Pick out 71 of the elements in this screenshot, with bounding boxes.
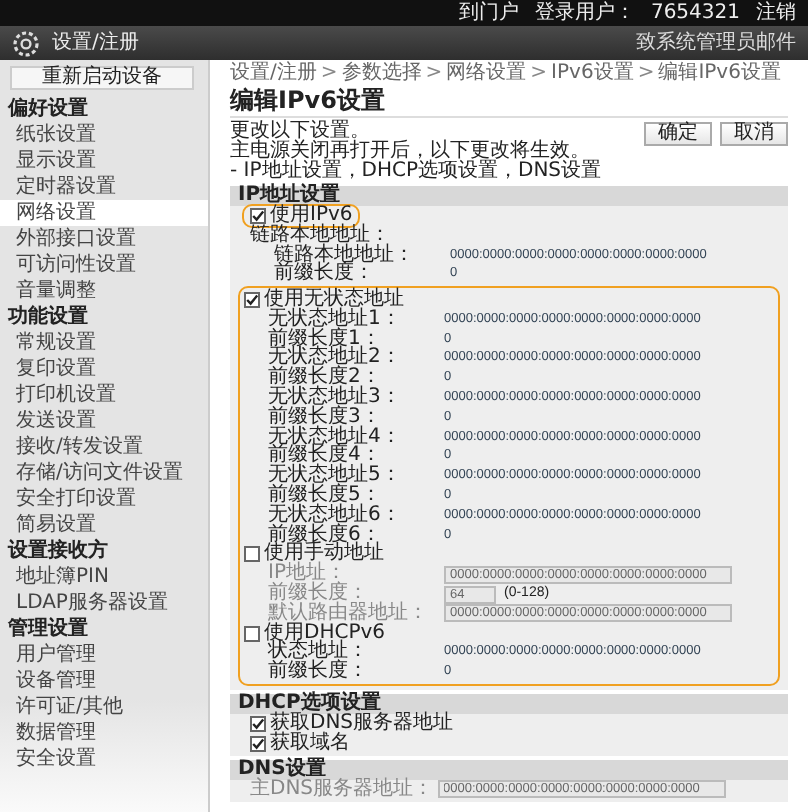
action-button[interactable]: 取消: [720, 122, 788, 146]
top-link[interactable]: 注销: [756, 3, 796, 23]
sidebar-item[interactable]: 纸张设置: [0, 122, 208, 148]
top-link[interactable]: 7654321: [650, 3, 740, 23]
sidebar-item[interactable]: 安全打印设置: [0, 486, 208, 512]
field-label: 默认路由器地址：: [268, 603, 430, 624]
breadcrumb-separator: >: [530, 64, 548, 84]
sidebar-item[interactable]: 安全设置: [0, 746, 208, 772]
field-label: 前缀长度：: [268, 662, 370, 683]
checkbox[interactable]: [244, 546, 260, 563]
sidebar-item[interactable]: 接收/转发设置: [0, 434, 208, 460]
sidebar-item[interactable]: 设备管理: [0, 668, 208, 694]
sidebar-item[interactable]: 音量调整: [0, 278, 208, 304]
sidebar-item[interactable]: 打印机设置: [0, 382, 208, 408]
section-header: IP地址设置: [230, 186, 788, 206]
action-button[interactable]: 确定: [644, 122, 712, 146]
field-label: 无状态地址1：: [268, 309, 403, 330]
group-label: 链路本地地址：: [250, 225, 390, 246]
note-text: - IP地址设置，DHCP选项设置，DNS设置: [230, 162, 602, 182]
sidebar-item[interactable]: 地址簿PIN: [0, 564, 208, 590]
header-title: 设置/注册: [52, 33, 139, 53]
sidebar-item[interactable]: 外部接口设置: [0, 226, 208, 252]
sidebar-item[interactable]: 复印设置: [0, 356, 208, 382]
breadcrumb-separator: >: [637, 64, 655, 84]
checkbox[interactable]: [250, 735, 266, 752]
checkbox[interactable]: [244, 625, 260, 642]
top-link[interactable]: 到门户: [458, 3, 519, 23]
field-label: 前缀长度：: [268, 584, 368, 605]
breadcrumb-item[interactable]: 设置/注册: [230, 64, 317, 84]
sidebar-item[interactable]: 显示设置: [0, 148, 208, 174]
page-title: 编辑IPv6设置: [230, 88, 387, 114]
sidebar-item[interactable]: LDAP服务器设置: [0, 590, 208, 616]
sidebar-item[interactable]: 用户管理: [0, 642, 208, 668]
sidebar-heading: 管理设置: [6, 616, 90, 642]
sidebar-heading: 偏好设置: [5, 96, 90, 122]
note-text: 更改以下设置。: [230, 122, 370, 142]
checkbox[interactable]: [250, 716, 266, 733]
sidebar-item[interactable]: 简易设置: [0, 512, 208, 538]
field-label: 无状态地址4：: [268, 427, 403, 448]
checkbox[interactable]: [244, 292, 260, 309]
field-label: 链路本地地址：: [274, 245, 416, 265]
breadcrumb-separator: >: [320, 64, 338, 84]
breadcrumb-item[interactable]: 网络设置: [446, 64, 527, 84]
field-label: 前缀长度3：: [268, 407, 383, 428]
field-label: 主DNS服务器地址：: [250, 779, 434, 800]
field-label: 无状态地址6：: [268, 505, 403, 526]
checkbox-label: 使用手动地址: [264, 544, 384, 565]
sidebar-item[interactable]: 发送设置: [0, 408, 208, 434]
mail-link[interactable]: 致系统管理员邮件: [636, 33, 796, 53]
checkbox-label: 获取域名: [270, 733, 350, 754]
top-link[interactable]: 登录用户：: [534, 3, 635, 23]
note-text: 主电源关闭再打开后，以下更改将生效。: [230, 142, 590, 162]
restart-button[interactable]: 重新启动设备: [10, 66, 194, 90]
sidebar-heading: 设置接收方: [5, 538, 110, 564]
breadcrumb-item: 编辑IPv6设置: [658, 64, 781, 84]
sidebar-item[interactable]: 常规设置: [0, 330, 208, 356]
gear-logo-icon: [12, 29, 40, 57]
field-label: 前缀长度：: [274, 264, 374, 285]
section-header: DNS设置: [230, 759, 788, 780]
breadcrumb-item[interactable]: IPv6设置: [551, 64, 634, 84]
sidebar-item[interactable]: 许可证/其他: [0, 694, 208, 720]
checkbox-label: 使用IPv6: [270, 205, 353, 226]
sidebar-item[interactable]: 网络设置: [0, 200, 208, 226]
sidebar-item[interactable]: 可访问性设置: [0, 252, 208, 278]
sidebar-heading: 功能设置: [6, 304, 90, 330]
sidebar-item[interactable]: 存储/访问文件设置: [0, 460, 208, 486]
checkbox[interactable]: [250, 207, 266, 224]
sidebar-item[interactable]: 定时器设置: [0, 174, 208, 200]
breadcrumb-separator: >: [425, 64, 443, 84]
sidebar-item[interactable]: 数据管理: [0, 720, 208, 746]
breadcrumb-item[interactable]: 参数选择: [341, 64, 422, 84]
